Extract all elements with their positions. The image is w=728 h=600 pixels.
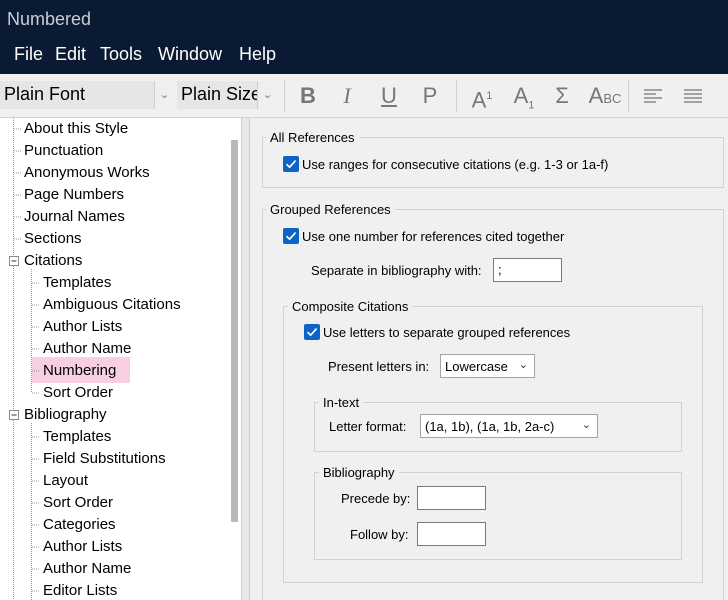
tree-item-numbering[interactable]: Numbering [43, 362, 116, 379]
numbering-panel: All References Use ranges for consecutiv… [250, 118, 728, 600]
separate-label: Separate in bibliography with: [311, 263, 482, 278]
separate-input[interactable]: ; [493, 258, 562, 282]
tree-item-page-numbers[interactable]: Page Numbers [24, 186, 124, 203]
style-tree: About this Style Punctuation Anonymous W… [0, 118, 241, 600]
size-select[interactable]: Plain Size ⌄ [177, 81, 277, 109]
follow-by-input[interactable] [417, 522, 486, 546]
follow-by-label: Follow by: [350, 527, 409, 542]
one-number-checkbox[interactable] [283, 228, 299, 244]
format-toolbar: Plain Font ⌄ Plain Size ⌄ B I U P A1 A1 … [0, 74, 728, 118]
composite-citations-title: Composite Citations [288, 299, 413, 314]
size-value: Plain Size [181, 84, 262, 104]
align-justify-icon [684, 89, 702, 103]
tree-item-punctuation[interactable]: Punctuation [24, 142, 103, 159]
bibliography-title: Bibliography [319, 465, 399, 480]
chevron-down-icon: ⌄ [154, 81, 174, 109]
tree-item-citations-author-lists[interactable]: Author Lists [43, 318, 122, 335]
tree-item-bibliography[interactable]: Bibliography [24, 406, 107, 423]
subscript-button[interactable]: A1 [507, 81, 541, 111]
use-ranges-checkbox[interactable] [283, 156, 299, 172]
underline-button[interactable]: U [372, 81, 406, 111]
letter-format-value: (1a, 1b), (1a, 1b, 2a-c) [425, 419, 555, 434]
align-left-icon [644, 89, 662, 103]
use-letters-checkbox[interactable] [304, 324, 320, 340]
tree-scrollbar[interactable] [231, 140, 238, 522]
tree-item-sections[interactable]: Sections [24, 230, 82, 247]
tree-item-bibliography-author-name[interactable]: Author Name [43, 560, 131, 577]
menu-help[interactable]: Help [239, 44, 276, 65]
check-icon [306, 328, 318, 337]
use-letters-label: Use letters to separate grouped referenc… [323, 325, 571, 340]
tree-item-journal-names[interactable]: Journal Names [24, 208, 125, 225]
tree-item-citations-templates[interactable]: Templates [43, 274, 111, 291]
collapse-icon [9, 410, 19, 420]
tree-item-bibliography-templates[interactable]: Templates [43, 428, 111, 445]
superscript-button[interactable]: A1 [465, 81, 499, 113]
tree-item-anonymous-works[interactable]: Anonymous Works [24, 164, 150, 181]
grouped-references-title: Grouped References [266, 202, 395, 217]
symbol-button[interactable]: Σ [545, 81, 579, 111]
smallcaps-mark: BC [603, 91, 622, 106]
tree-item-citations-author-name[interactable]: Author Name [43, 340, 131, 357]
tree-item-editor-lists[interactable]: Editor Lists [43, 582, 117, 599]
chevron-down-icon: ⌄ [581, 419, 591, 431]
toolbar-divider [628, 80, 629, 112]
letter-format-select[interactable]: (1a, 1b), (1a, 1b, 2a-c) ⌄ [420, 414, 598, 438]
precede-by-label: Precede by: [341, 491, 411, 506]
present-letters-label: Present letters in: [328, 359, 430, 374]
letter-format-label: Letter format: [329, 419, 407, 434]
tree-item-ambiguous-citations[interactable]: Ambiguous Citations [43, 296, 181, 313]
all-references-title: All References [266, 130, 359, 145]
toolbar-divider [284, 80, 285, 112]
tree-item-categories[interactable]: Categories [43, 516, 116, 533]
collapse-icon [9, 256, 19, 266]
tree-item-layout[interactable]: Layout [43, 472, 88, 489]
present-letters-select[interactable]: Lowercase ⌄ [440, 354, 535, 378]
check-icon [285, 232, 297, 241]
precede-by-input[interactable] [417, 486, 486, 510]
plain-button[interactable]: P [413, 81, 447, 111]
splitter[interactable] [241, 118, 250, 600]
menu-window[interactable]: Window [158, 44, 222, 65]
bibliography-group [314, 472, 682, 560]
font-select[interactable]: Plain Font ⌄ [0, 81, 174, 109]
tree-item-bibliography-author-lists[interactable]: Author Lists [43, 538, 122, 555]
superscript-mark: 1 [486, 90, 493, 102]
present-letters-value: Lowercase [445, 359, 508, 374]
toolbar-divider [456, 80, 457, 112]
in-text-title: In-text [319, 395, 364, 410]
tree-item-about[interactable]: About this Style [24, 120, 128, 137]
font-value: Plain Font [4, 84, 86, 104]
chevron-down-icon: ⌄ [257, 81, 277, 109]
one-number-label: Use one number for references cited toge… [302, 229, 565, 244]
align-left-button[interactable] [636, 81, 670, 111]
tree-item-field-substitutions[interactable]: Field Substitutions [43, 450, 166, 467]
menu-edit[interactable]: Edit [55, 44, 86, 65]
superscript-icon: A [471, 87, 487, 113]
tree-item-citations[interactable]: Citations [24, 252, 82, 269]
bold-button[interactable]: B [291, 81, 325, 111]
smallcaps-button[interactable]: ABC [585, 81, 625, 111]
subscript-icon: A [513, 83, 529, 108]
check-icon [285, 160, 297, 169]
tree-item-bibliography-sort-order[interactable]: Sort Order [43, 494, 113, 511]
menu-tools[interactable]: Tools [100, 44, 142, 65]
menu-file[interactable]: File [14, 44, 43, 65]
subscript-mark: 1 [528, 99, 535, 112]
window-title: Numbered [0, 0, 728, 36]
align-justify-button[interactable] [676, 81, 710, 111]
italic-button[interactable]: I [330, 81, 364, 111]
tree-item-citations-sort-order[interactable]: Sort Order [43, 384, 113, 401]
menu-bar: File Edit Tools Window Help [0, 36, 728, 74]
use-ranges-label: Use ranges for consecutive citations (e.… [302, 157, 609, 172]
smallcaps-icon: A [588, 83, 604, 108]
chevron-down-icon: ⌄ [518, 359, 528, 371]
